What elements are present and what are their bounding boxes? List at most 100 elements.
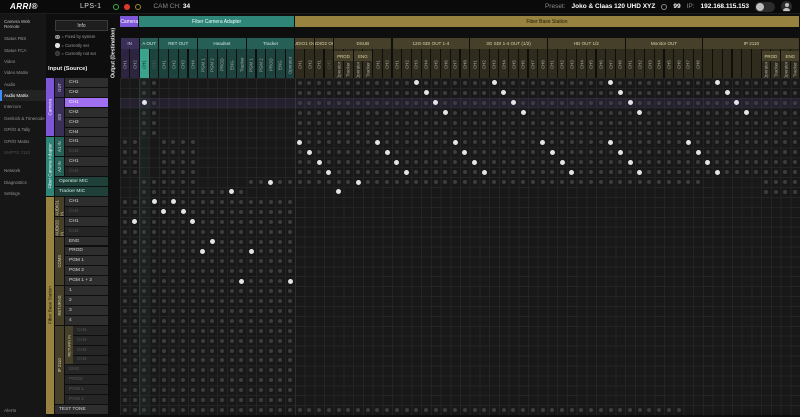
- matrix-cell-dot[interactable]: [599, 101, 603, 105]
- matrix-cell-dot[interactable]: [298, 160, 302, 164]
- matrix-cell-dot[interactable]: [599, 91, 603, 95]
- matrix-cell-dot-set[interactable]: [696, 150, 701, 155]
- matrix-cell-dot[interactable]: [298, 91, 302, 95]
- matrix-cell-dot[interactable]: [638, 408, 642, 412]
- matrix-cell-dot[interactable]: [337, 160, 341, 164]
- matrix-cell-dot[interactable]: [298, 101, 302, 105]
- matrix-cell-dot[interactable]: [541, 111, 545, 115]
- matrix-cell-dot[interactable]: [201, 259, 205, 263]
- matrix-cell-dot[interactable]: [366, 111, 370, 115]
- matrix-cell-dot[interactable]: [249, 200, 253, 204]
- matrix-cell-dot[interactable]: [385, 101, 389, 105]
- matrix-cell-dot[interactable]: [162, 180, 166, 184]
- matrix-cell-dot[interactable]: [210, 230, 214, 234]
- matrix-cell-dot[interactable]: [541, 121, 545, 125]
- matrix-cell-dot[interactable]: [764, 190, 768, 194]
- matrix-cell-dot[interactable]: [356, 81, 360, 85]
- matrix-cell-dot[interactable]: [259, 309, 263, 313]
- matrix-cell-dot[interactable]: [628, 91, 632, 95]
- matrix-cell-dot[interactable]: [123, 408, 127, 412]
- matrix-cell-dot[interactable]: [686, 111, 690, 115]
- matrix-cell-dot[interactable]: [667, 81, 671, 85]
- matrix-cell-dot[interactable]: [269, 349, 273, 353]
- matrix-cell-dot[interactable]: [725, 111, 729, 115]
- matrix-cell-dot[interactable]: [473, 101, 477, 105]
- matrix-cell-dot[interactable]: [560, 81, 564, 85]
- matrix-cell-dot[interactable]: [366, 408, 370, 412]
- matrix-cell-dot[interactable]: [560, 408, 564, 412]
- sidebar-item-settings[interactable]: Settings: [0, 188, 46, 199]
- matrix-cell-dot[interactable]: [123, 319, 127, 323]
- matrix-cell-dot[interactable]: [356, 101, 360, 105]
- matrix-cell-dot[interactable]: [327, 111, 331, 115]
- matrix-cell-dot[interactable]: [201, 220, 205, 224]
- matrix-cell-dot[interactable]: [638, 131, 642, 135]
- matrix-cell-dot[interactable]: [123, 230, 127, 234]
- matrix-cell-dot[interactable]: [502, 101, 506, 105]
- matrix-cell-dot[interactable]: [366, 121, 370, 125]
- matrix-cell-dot[interactable]: [667, 131, 671, 135]
- matrix-cell-dot[interactable]: [453, 121, 457, 125]
- matrix-cell-dot[interactable]: [356, 121, 360, 125]
- matrix-cell-dot[interactable]: [201, 329, 205, 333]
- matrix-cell-dot[interactable]: [269, 279, 273, 283]
- matrix-cell-dot[interactable]: [298, 121, 302, 125]
- matrix-cell-dot[interactable]: [288, 210, 292, 214]
- matrix-cell-dot[interactable]: [774, 160, 778, 164]
- matrix-cell-dot[interactable]: [259, 289, 263, 293]
- matrix-cell-dot[interactable]: [201, 240, 205, 244]
- matrix-cell-dot[interactable]: [152, 240, 156, 244]
- matrix-cell-dot[interactable]: [191, 200, 195, 204]
- matrix-cell-dot[interactable]: [230, 319, 234, 323]
- matrix-cell-dot[interactable]: [191, 408, 195, 412]
- matrix-cell-dot[interactable]: [123, 240, 127, 244]
- matrix-cell-dot[interactable]: [541, 160, 545, 164]
- matrix-cell-dot[interactable]: [249, 220, 253, 224]
- sidebar-item-status-fbs[interactable]: Status FBS: [0, 33, 46, 44]
- matrix-cell-dot[interactable]: [696, 131, 700, 135]
- matrix-cell-dot[interactable]: [288, 220, 292, 224]
- matrix-cell-dot-set[interactable]: [249, 249, 254, 254]
- matrix-cell-dot[interactable]: [133, 408, 137, 412]
- matrix-cell-dot[interactable]: [230, 398, 234, 402]
- matrix-cell-dot[interactable]: [560, 91, 564, 95]
- matrix-cell-dot[interactable]: [152, 349, 156, 353]
- matrix-cell-dot[interactable]: [288, 408, 292, 412]
- matrix-cell-dot[interactable]: [152, 319, 156, 323]
- matrix-cell-dot[interactable]: [531, 408, 535, 412]
- matrix-cell-dot[interactable]: [609, 408, 613, 412]
- matrix-cell-dot[interactable]: [230, 269, 234, 273]
- matrix-cell-dot[interactable]: [327, 101, 331, 105]
- matrix-cell-dot[interactable]: [230, 279, 234, 283]
- matrix-cell-dot[interactable]: [609, 101, 613, 105]
- matrix-cell-dot[interactable]: [133, 329, 137, 333]
- matrix-cell-dot[interactable]: [628, 81, 632, 85]
- matrix-cell-dot[interactable]: [599, 408, 603, 412]
- matrix-cell-dot[interactable]: [269, 230, 273, 234]
- matrix-cell-dot[interactable]: [220, 408, 224, 412]
- matrix-cell-dot[interactable]: [152, 121, 156, 125]
- matrix-cell-dot[interactable]: [181, 329, 185, 333]
- matrix-cell-dot[interactable]: [201, 388, 205, 392]
- matrix-cell-dot[interactable]: [463, 111, 467, 115]
- matrix-cell-dot[interactable]: [657, 111, 661, 115]
- matrix-cell-dot[interactable]: [133, 269, 137, 273]
- matrix-cell-dot-set[interactable]: [628, 160, 633, 165]
- matrix-cell-dot[interactable]: [162, 230, 166, 234]
- matrix-cell-dot[interactable]: [337, 131, 341, 135]
- matrix-cell-dot[interactable]: [162, 220, 166, 224]
- matrix-cell-dot[interactable]: [249, 319, 253, 323]
- matrix-cell-dot[interactable]: [123, 299, 127, 303]
- matrix-cell-dot[interactable]: [230, 408, 234, 412]
- matrix-cell-dot[interactable]: [599, 121, 603, 125]
- matrix-cell-dot[interactable]: [502, 121, 506, 125]
- matrix-cell-dot[interactable]: [278, 240, 282, 244]
- matrix-cell-dot[interactable]: [696, 91, 700, 95]
- matrix-cell-dot[interactable]: [298, 111, 302, 115]
- matrix-cell-dot[interactable]: [123, 398, 127, 402]
- matrix-cell-dot[interactable]: [570, 91, 574, 95]
- matrix-cell-dot[interactable]: [541, 131, 545, 135]
- matrix-cell-dot[interactable]: [210, 349, 214, 353]
- matrix-cell-dot-set[interactable]: [385, 150, 390, 155]
- matrix-cell-dot[interactable]: [560, 111, 564, 115]
